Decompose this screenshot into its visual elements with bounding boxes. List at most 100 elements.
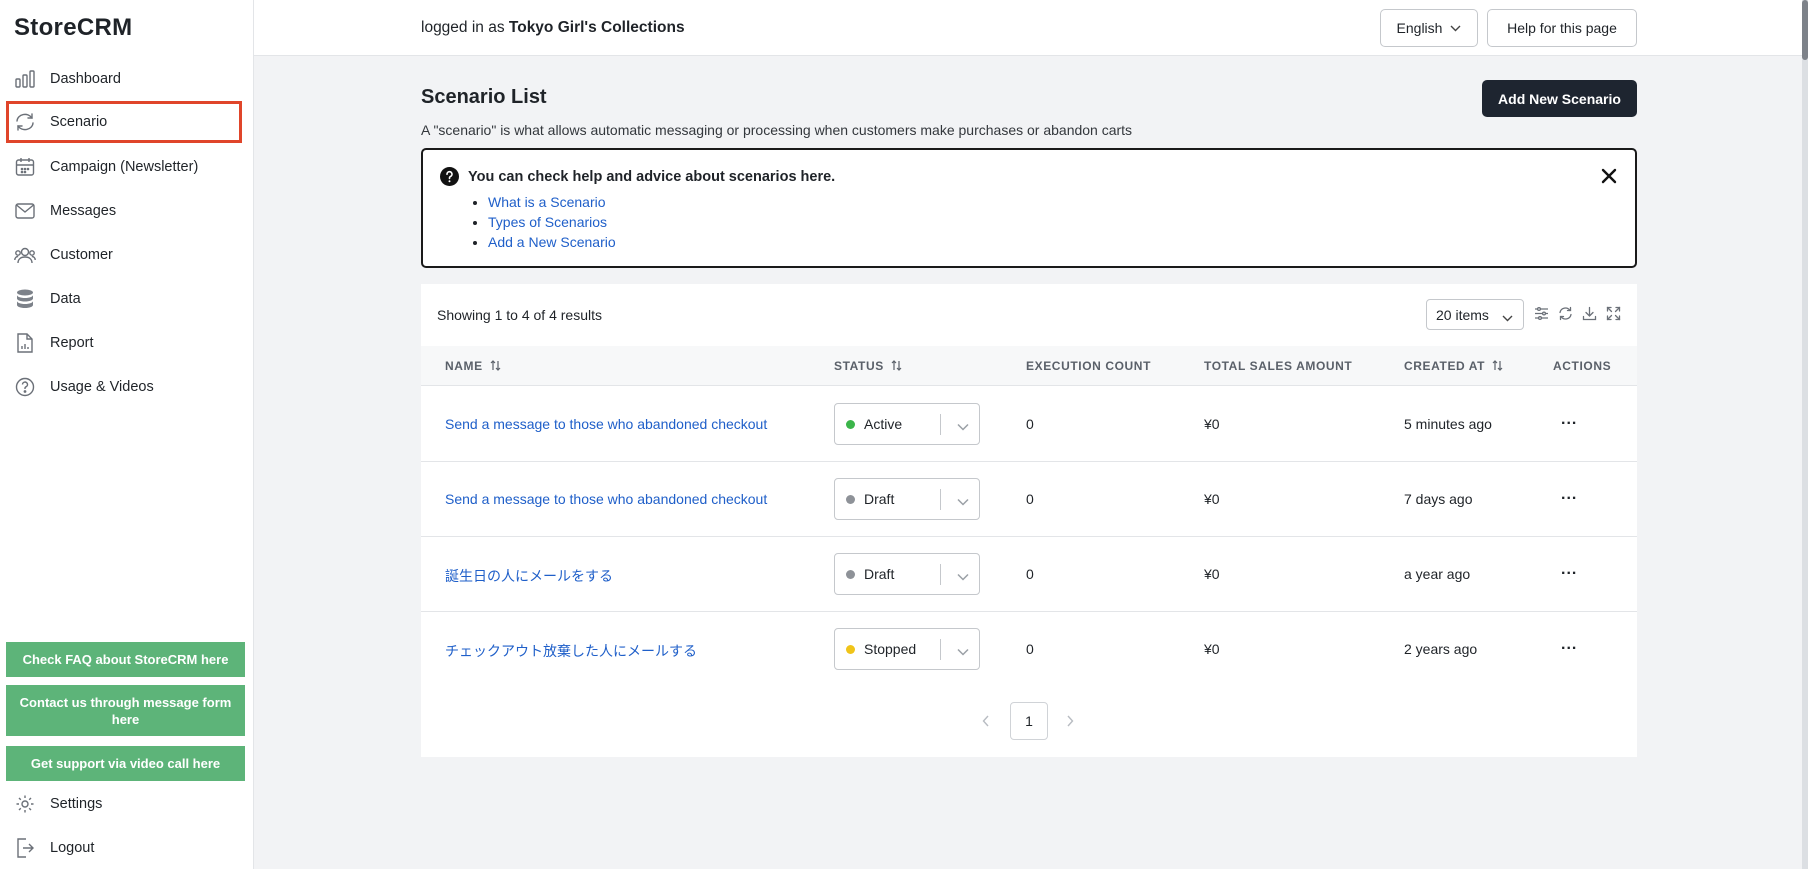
refresh-icon[interactable] [1558,306,1574,322]
faq-button[interactable]: Check FAQ about StoreCRM here [6,642,245,677]
status-select[interactable]: Draft [834,553,980,595]
contact-form-button[interactable]: Contact us through message form here [6,685,245,736]
column-header-label: NAME [445,359,483,373]
row-actions-menu[interactable]: ... [1561,411,1577,429]
status-select[interactable]: Active [834,403,980,445]
sidebar-item-label: Logout [50,840,95,856]
sidebar-item-settings[interactable]: Settings [6,783,242,825]
scenario-name-link[interactable]: Send a message to those who abandoned ch… [445,416,767,432]
add-new-scenario-button[interactable]: Add New Scenario [1482,80,1637,117]
table-row: 誕生日の人にメールをする Draft 0 ¥0 a year ago ... [421,537,1637,612]
table-row: Send a message to those who abandoned ch… [421,387,1637,462]
row-actions-menu[interactable]: ... [1561,486,1577,504]
add-new-scenario-link[interactable]: Add a New Scenario [488,234,616,250]
sidebar-item-label: Campaign (Newsletter) [50,159,199,175]
video-call-support-button[interactable]: Get support via video call here [6,746,245,781]
total-sales: ¥0 [1204,416,1220,432]
sidebar-item-logout[interactable]: Logout [6,827,242,869]
page-size-select[interactable]: 20 items [1426,299,1524,330]
page-size-label: 20 items [1436,306,1489,323]
row-actions-menu[interactable]: ... [1561,561,1577,579]
sidebar-item-scenario[interactable]: Scenario [6,101,242,143]
scrollbar[interactable] [1802,0,1808,869]
help-link-item: Add a New Scenario [488,232,616,252]
sidebar: StoreCRM Dashboard Scenario Campaign (Ne… [0,0,254,869]
help-box: You can check help and advice about scen… [421,148,1637,268]
column-header-created-at[interactable]: CREATED AT [1404,359,1503,374]
execution-count: 0 [1026,491,1034,507]
sidebar-item-usage-videos[interactable]: Usage & Videos [6,366,242,408]
row-actions-menu[interactable]: ... [1561,636,1577,654]
close-icon[interactable] [1601,168,1619,186]
column-header-name[interactable]: NAME [445,359,501,374]
chevron-down-icon [957,643,969,661]
database-icon [14,288,36,310]
column-header-label: CREATED AT [1404,359,1486,373]
sidebar-item-label: Messages [50,203,117,219]
sidebar-item-label: Dashboard [50,71,121,87]
chevron-down-icon [957,493,969,511]
status-select[interactable]: Draft [834,478,980,520]
column-header-execution-count: EXECUTION COUNT [1026,359,1152,373]
status-dot [846,645,855,654]
help-links: What is a Scenario Types of Scenarios Ad… [488,192,616,252]
divider [940,414,941,435]
sidebar-item-label: Data [50,291,81,307]
column-header-status[interactable]: STATUS [834,359,902,374]
sidebar-item-data[interactable]: Data [6,278,242,320]
chevron-down-icon [1450,25,1461,32]
chevron-down-icon [1502,309,1513,325]
download-icon[interactable] [1582,306,1598,322]
logout-icon [14,837,36,859]
sidebar-item-campaign[interactable]: Campaign (Newsletter) [6,146,242,188]
scrollbar-thumb[interactable] [1802,0,1808,60]
question-circle-icon [440,167,459,186]
fullscreen-icon[interactable] [1606,306,1622,322]
store-name: Tokyo Girl's Collections [508,19,685,36]
pagination: 1 [421,702,1637,740]
status-label: Draft [864,491,895,507]
execution-count: 0 [1026,641,1034,657]
chevron-down-icon [957,568,969,586]
filter-settings-icon[interactable] [1534,306,1550,322]
language-select[interactable]: English [1380,9,1478,47]
help-page-button[interactable]: Help for this page [1487,9,1637,47]
sidebar-item-label: Report [50,335,94,351]
chevron-right-icon[interactable] [1066,714,1078,727]
status-label: Active [864,416,903,432]
app-logo[interactable]: StoreCRM [14,14,132,42]
created-at: 7 days ago [1404,491,1473,507]
question-icon [14,376,36,398]
sidebar-item-report[interactable]: Report [6,322,242,364]
sort-icon [490,359,501,374]
page-subtitle: A "scenario" is what allows automatic me… [421,122,1133,138]
sidebar-item-customer[interactable]: Customer [6,234,242,276]
divider [940,639,941,660]
scenario-name-link[interactable]: チェックアウト放棄した人にメールする [445,641,697,661]
bar-chart-icon [14,68,36,90]
column-header-total-sales: TOTAL SALES AMOUNT [1204,359,1353,373]
scenario-name-link[interactable]: Send a message to those who abandoned ch… [445,491,767,507]
calendar-icon [14,156,36,178]
created-at: 5 minutes ago [1404,416,1492,432]
execution-count: 0 [1026,416,1034,432]
help-box-title: You can check help and advice about scen… [468,169,836,185]
page-number-button[interactable]: 1 [1010,702,1048,740]
gear-icon [14,793,36,815]
logged-in-as: logged in as Tokyo Girl's Collections [421,19,685,37]
sidebar-item-label: Customer [50,247,113,263]
execution-count: 0 [1026,566,1034,582]
what-is-scenario-link[interactable]: What is a Scenario [488,194,606,210]
status-dot [846,495,855,504]
help-link-item: Types of Scenarios [488,212,616,232]
status-select[interactable]: Stopped [834,628,980,670]
divider [940,564,941,585]
scenario-name-link[interactable]: 誕生日の人にメールをする [445,566,613,586]
chevron-left-icon[interactable] [982,714,994,727]
status-dot [846,570,855,579]
page-title: Scenario List [421,86,547,108]
sort-icon [891,359,902,374]
types-of-scenarios-link[interactable]: Types of Scenarios [488,214,607,230]
sidebar-item-messages[interactable]: Messages [6,190,242,232]
sidebar-item-dashboard[interactable]: Dashboard [6,58,242,100]
